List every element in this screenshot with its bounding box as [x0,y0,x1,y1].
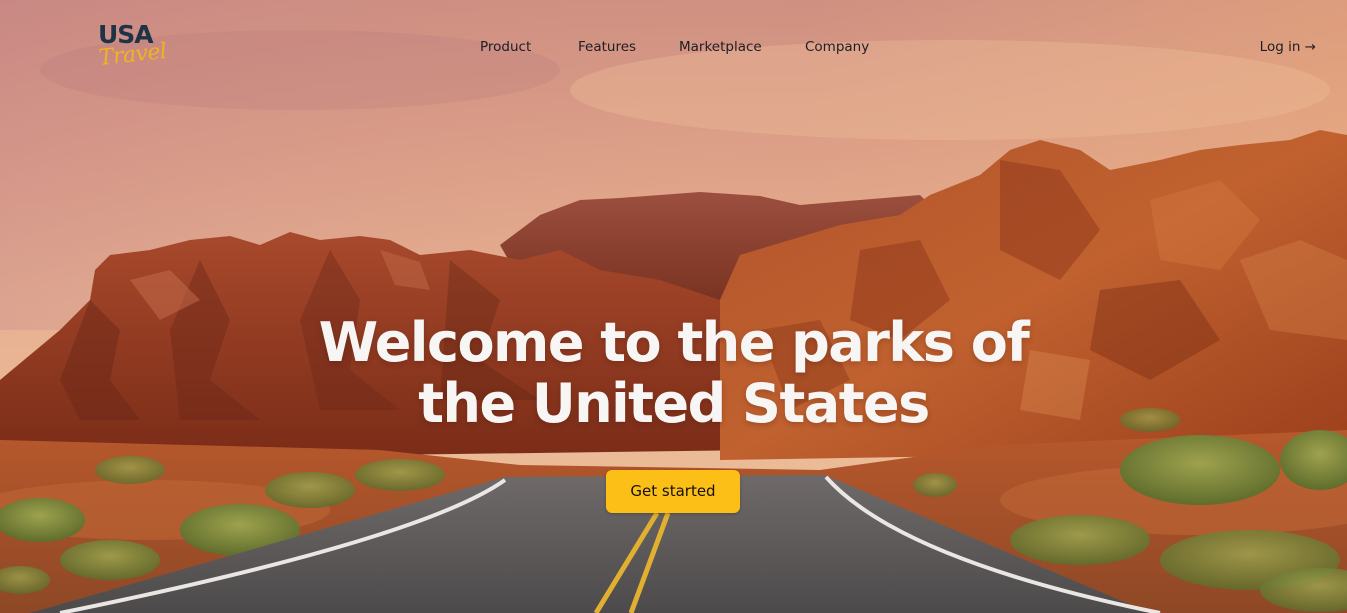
get-started-button[interactable]: Get started [606,470,740,513]
landing-page: USA Travel Product Features Marketplace … [0,0,1347,613]
nav-link-company[interactable]: Company [805,38,869,56]
nav-link-marketplace[interactable]: Marketplace [679,38,762,56]
logo[interactable]: USA Travel [98,20,178,80]
login-link[interactable]: Log in → [1260,38,1316,56]
top-navbar: USA Travel Product Features Marketplace … [0,0,1347,95]
hero-headline-line-2: the United States [418,372,930,435]
nav-link-features[interactable]: Features [578,38,636,56]
nav-link-product[interactable]: Product [480,38,531,56]
hero-headline-line-1: Welcome to the parks of [318,311,1030,374]
hero-headline: Welcome to the parks of the United State… [0,312,1347,434]
logo-text-travel: Travel [97,38,168,71]
